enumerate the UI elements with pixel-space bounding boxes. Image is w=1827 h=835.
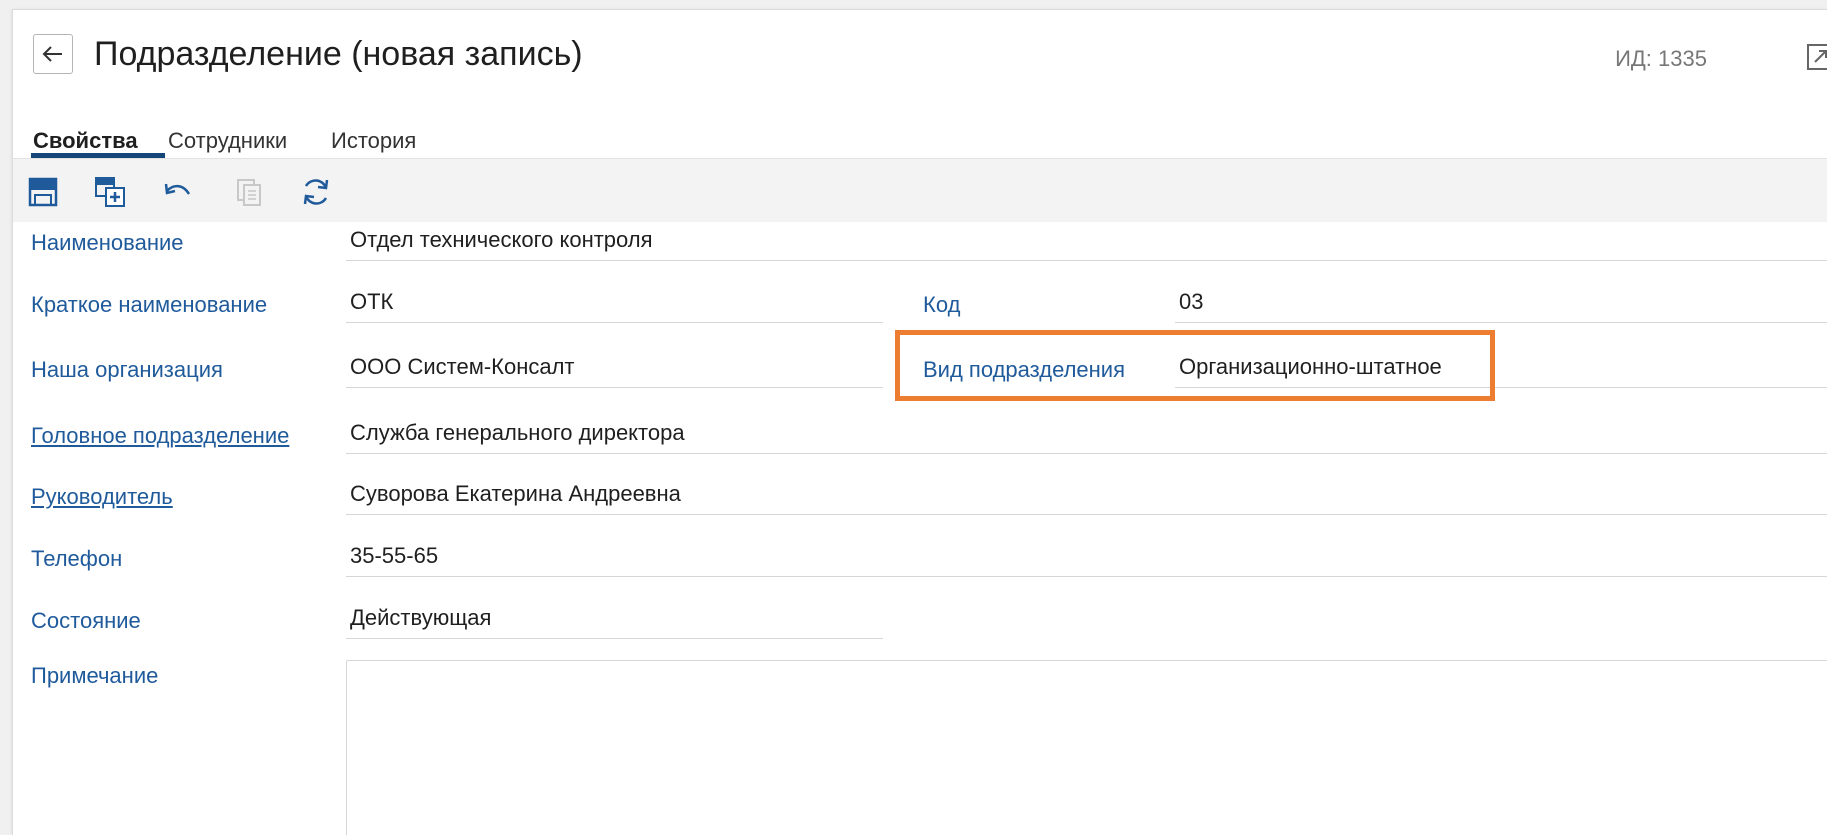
short-name-label: Краткое наименование [31, 292, 268, 317]
refresh-icon [303, 179, 329, 205]
tab-properties[interactable]: Свойства [33, 128, 138, 154]
parent-department-link[interactable]: Головное подразделение [31, 423, 289, 449]
page-title: Подразделение (новая запись) [94, 35, 583, 73]
manager-link[interactable]: Руководитель [31, 484, 173, 510]
save-icon [28, 177, 58, 207]
department-type-field[interactable]: Организационно-штатное [1175, 354, 1827, 388]
copy-icon [237, 179, 261, 206]
status-field[interactable]: Действующая [346, 605, 883, 639]
undo-icon [164, 183, 191, 195]
code-field[interactable]: 03 [1175, 289, 1827, 323]
name-field[interactable]: Отдел технического контроля [346, 227, 1827, 261]
save-button[interactable] [26, 175, 60, 209]
organization-field[interactable]: ООО Систем-Консалт [346, 354, 883, 388]
tab-history[interactable]: История [331, 128, 416, 154]
record-id-label: ИД: [1615, 46, 1652, 71]
record-id: ИД: 1335 [1615, 46, 1707, 72]
organization-label: Наша организация [31, 357, 223, 382]
note-textarea[interactable] [346, 660, 1827, 835]
copy-button[interactable] [232, 175, 266, 209]
short-name-field[interactable]: ОТК [346, 289, 883, 323]
record-id-value: 1335 [1658, 46, 1707, 71]
undo-button[interactable] [161, 175, 195, 209]
manager-field[interactable]: Суворова Екатерина Андреевна [346, 481, 1827, 515]
status-label: Состояние [31, 608, 141, 633]
save-and-create-button[interactable] [93, 175, 127, 209]
refresh-button[interactable] [299, 175, 333, 209]
note-label: Примечание [31, 663, 159, 688]
save-and-create-icon [95, 177, 125, 207]
record-window: Подразделение (новая запись) ИД: 1335 Св… [12, 9, 1827, 835]
open-in-new-window-icon[interactable] [1806, 41, 1827, 73]
tab-bar: Свойства Сотрудники История [13, 110, 1827, 159]
arrow-left-icon [42, 46, 62, 62]
name-label: Наименование [31, 230, 184, 255]
code-label: Код [923, 292, 961, 317]
department-type-label: Вид подразделения [923, 357, 1126, 382]
parent-department-field[interactable]: Служба генерального директора [346, 420, 1827, 454]
tab-employees[interactable]: Сотрудники [168, 128, 287, 154]
back-button[interactable] [33, 34, 73, 74]
toolbar [13, 159, 1827, 222]
phone-field[interactable]: 35-55-65 [346, 543, 1827, 577]
phone-label: Телефон [31, 546, 123, 571]
